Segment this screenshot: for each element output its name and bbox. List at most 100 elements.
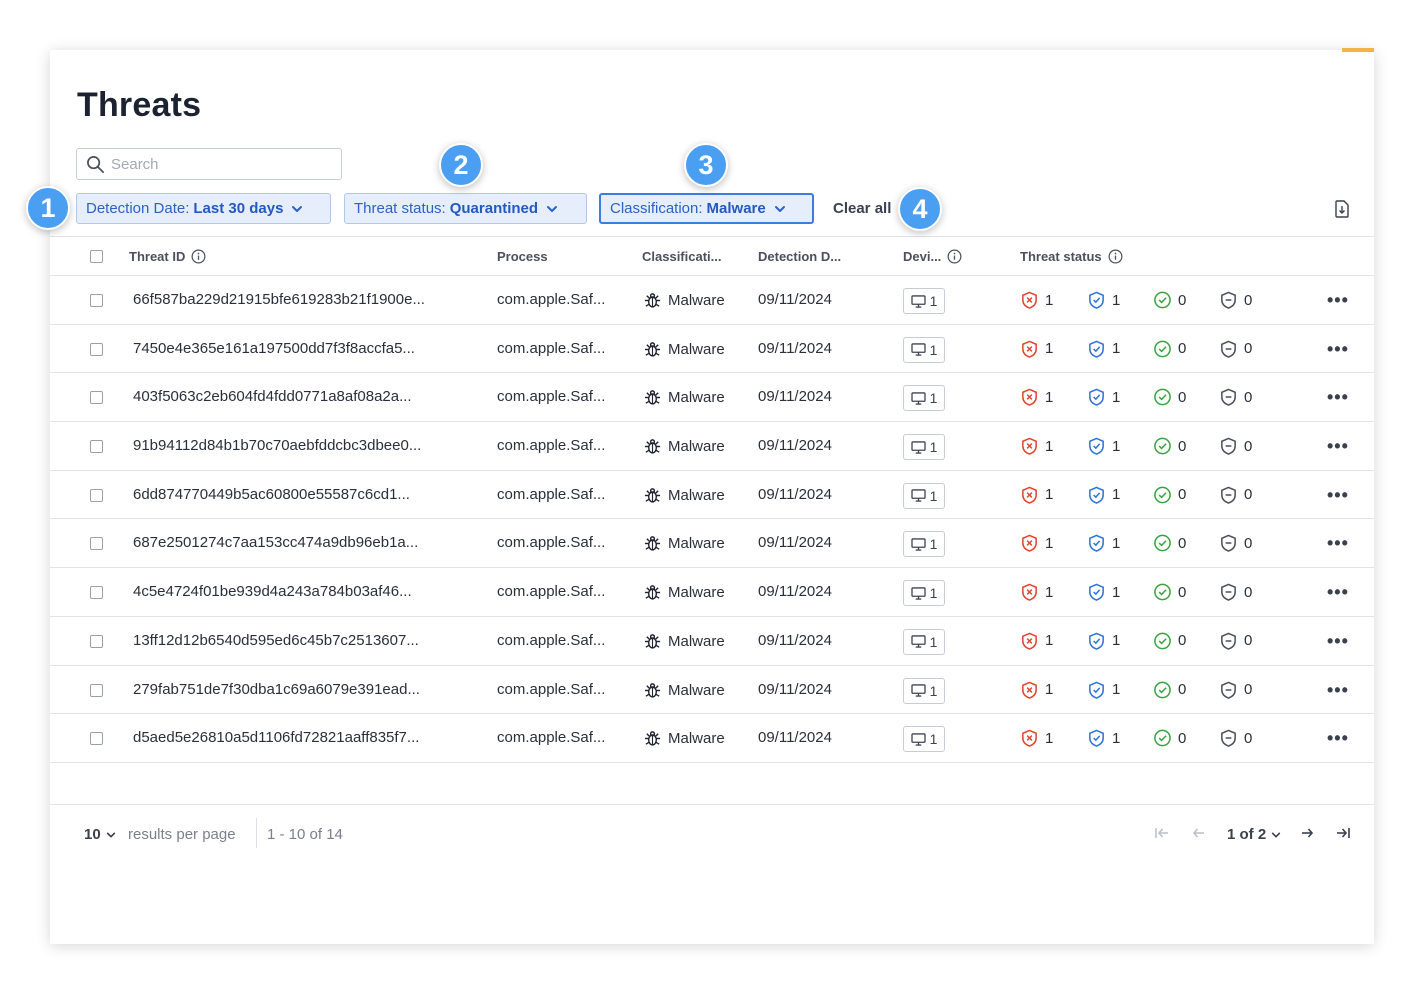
device-count-button[interactable]: 1: [903, 385, 945, 412]
row-checkbox[interactable]: [90, 732, 103, 746]
threat-id[interactable]: 4c5e4724f01be939d4a243a784b03af46...: [133, 583, 412, 600]
more-icon[interactable]: •••: [1327, 680, 1349, 701]
device-count-button[interactable]: 1: [903, 677, 945, 704]
row-checkbox[interactable]: [90, 391, 103, 405]
row-checkbox[interactable]: [90, 586, 103, 600]
detection-date: 09/11/2024: [758, 631, 832, 649]
filter-classification[interactable]: Classification: Malware: [599, 193, 814, 224]
bug-icon: [644, 633, 661, 649]
monitor-icon: [910, 343, 926, 356]
page-title: Threats: [77, 86, 202, 124]
header-devices[interactable]: Devi...: [903, 249, 962, 264]
process-name: com.apple.Saf...: [497, 729, 606, 747]
threat-id[interactable]: d5aed5e26810a5d1106fd72821aaff835f7...: [133, 729, 419, 746]
search-box[interactable]: [76, 148, 342, 180]
device-count-button[interactable]: 1: [903, 531, 945, 558]
status-count: 1: [1112, 486, 1121, 504]
threat-id[interactable]: 6dd874770449b5ac60800e55587c6cd1...: [133, 486, 410, 503]
table-row[interactable]: 13ff12d12b6540d595ed6c45b7c2513607... co…: [50, 617, 1374, 666]
more-icon[interactable]: •••: [1327, 290, 1349, 311]
prev-page-icon[interactable]: [1190, 824, 1208, 842]
clear-all-button[interactable]: Clear all: [833, 200, 891, 217]
table-row[interactable]: 4c5e4724f01be939d4a243a784b03af46... com…: [50, 568, 1374, 617]
chevron-down-icon: [106, 832, 115, 837]
status-count: 0: [1244, 534, 1253, 552]
header-label: Threat ID: [129, 249, 186, 264]
table-row[interactable]: 6dd874770449b5ac60800e55587c6cd1... com.…: [50, 471, 1374, 520]
table-row[interactable]: 66f587ba229d21915bfe619283b21f1900e... c…: [50, 276, 1374, 325]
classification-label: Malware: [668, 730, 725, 748]
header-classification[interactable]: Classificati...: [642, 249, 721, 264]
device-count-button[interactable]: 1: [903, 288, 945, 314]
threat-id[interactable]: 7450e4e365e161a197500dd7f3f8accfa5...: [133, 340, 415, 357]
bug-icon: [644, 536, 661, 552]
header-detection-date[interactable]: Detection D...: [758, 249, 841, 264]
more-icon[interactable]: •••: [1327, 436, 1349, 457]
device-count-button[interactable]: 1: [903, 434, 945, 461]
device-count-button[interactable]: 1: [903, 336, 945, 363]
detection-date: 09/11/2024: [758, 729, 832, 747]
last-page-icon[interactable]: [1334, 824, 1352, 842]
device-count-button[interactable]: 1: [903, 726, 945, 753]
classification-label: Malware: [668, 340, 725, 358]
page-select[interactable]: 1 of 2: [1227, 826, 1281, 843]
classification-cell: Malware: [643, 340, 725, 359]
more-icon[interactable]: •••: [1327, 339, 1349, 360]
monitor-icon: [910, 684, 926, 697]
filter-detection-date[interactable]: Detection Date: Last 30 days: [76, 193, 331, 224]
search-input[interactable]: [111, 155, 331, 173]
row-checkbox[interactable]: [90, 440, 103, 454]
more-icon[interactable]: •••: [1327, 485, 1349, 506]
shield-x-icon: [1022, 632, 1037, 650]
export-icon[interactable]: [1334, 200, 1350, 218]
device-count-button[interactable]: 1: [903, 628, 945, 655]
row-checkbox[interactable]: [90, 634, 103, 648]
more-icon[interactable]: •••: [1327, 728, 1349, 749]
chevron-down-icon: [292, 205, 303, 212]
first-page-icon[interactable]: [1153, 824, 1171, 842]
device-count-button[interactable]: 1: [903, 482, 945, 509]
row-checkbox[interactable]: [90, 488, 103, 502]
table-row[interactable]: 687e2501274c7aa153cc474a9db96eb1a... com…: [50, 519, 1374, 569]
table-row[interactable]: 91b94112d84b1b70c70aebfddcbc3dbee0... co…: [50, 422, 1374, 471]
threat-id[interactable]: 66f587ba229d21915bfe619283b21f1900e...: [133, 291, 425, 308]
process-name: com.apple.Saf...: [497, 339, 606, 357]
more-icon[interactable]: •••: [1327, 582, 1349, 603]
row-checkbox[interactable]: [90, 537, 103, 551]
row-checkbox[interactable]: [90, 683, 103, 697]
table-row[interactable]: 279fab751de7f30dba1c69a6079e391ead... co…: [50, 666, 1374, 715]
header-process[interactable]: Process: [497, 249, 548, 264]
table-row[interactable]: 403f5063c2eb604fd4fdd0771a8af08a2a... co…: [50, 373, 1374, 423]
table-row[interactable]: 7450e4e365e161a197500dd7f3f8accfa5... co…: [50, 325, 1374, 374]
threat-id[interactable]: 91b94112d84b1b70c70aebfddcbc3dbee0...: [133, 437, 421, 454]
status-count: 1: [1045, 437, 1054, 455]
row-checkbox[interactable]: [90, 294, 103, 307]
more-icon[interactable]: •••: [1327, 533, 1349, 554]
header-threat-id[interactable]: Threat ID: [129, 249, 206, 264]
classification-cell: Malware: [643, 729, 725, 748]
select-all-checkbox[interactable]: [90, 250, 103, 263]
more-icon[interactable]: •••: [1327, 387, 1349, 408]
shield-check-icon: [1089, 535, 1104, 553]
bug-icon: [644, 487, 661, 503]
status-count: 1: [1112, 632, 1121, 650]
row-checkbox[interactable]: [90, 342, 103, 356]
info-icon[interactable]: [1108, 249, 1123, 264]
header-threat-status[interactable]: Threat status: [1020, 249, 1123, 264]
status-other: 0: [1219, 436, 1252, 456]
next-page-icon[interactable]: [1298, 824, 1316, 842]
table-row[interactable]: d5aed5e26810a5d1106fd72821aaff835f7... c…: [50, 714, 1374, 763]
threat-id[interactable]: 279fab751de7f30dba1c69a6079e391ead...: [133, 681, 420, 698]
threat-id[interactable]: 13ff12d12b6540d595ed6c45b7c2513607...: [133, 632, 419, 649]
device-count-button[interactable]: 1: [903, 580, 945, 607]
threat-id[interactable]: 687e2501274c7aa153cc474a9db96eb1a...: [133, 534, 418, 551]
threat-id[interactable]: 403f5063c2eb604fd4fdd0771a8af08a2a...: [133, 388, 412, 405]
status-count: 0: [1244, 291, 1253, 309]
per-page-select[interactable]: 10: [84, 826, 116, 843]
pagination-footer: 10 results per page 1 - 10 of 14 1 of 2: [50, 804, 1374, 864]
info-icon[interactable]: [191, 249, 206, 264]
filter-threat-status[interactable]: Threat status: Quarantined: [344, 193, 587, 224]
info-icon[interactable]: [947, 249, 962, 264]
detection-date: 09/11/2024: [758, 291, 832, 308]
more-icon[interactable]: •••: [1327, 631, 1349, 652]
